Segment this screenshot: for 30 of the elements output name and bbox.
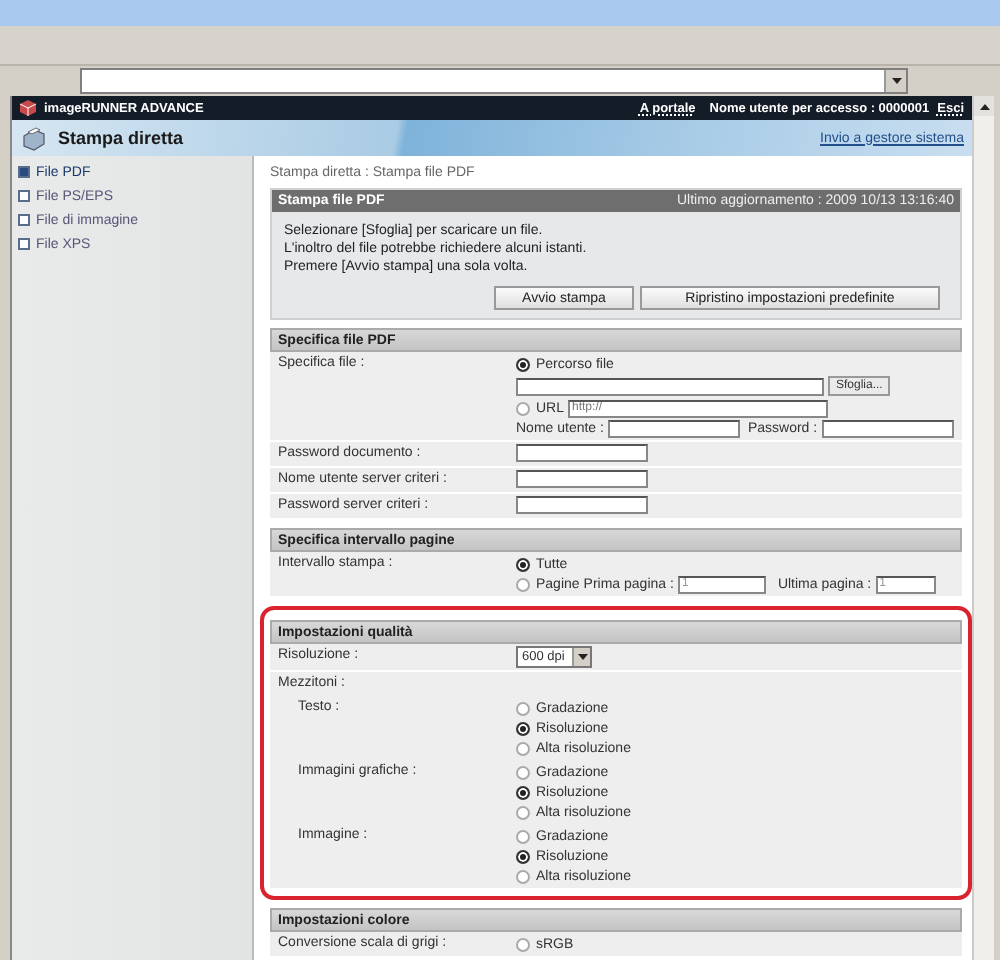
square-bullet-icon xyxy=(18,190,30,202)
scrollbar[interactable] xyxy=(972,96,994,960)
radio-button[interactable] xyxy=(516,937,530,951)
page-title: Stampa diretta xyxy=(58,128,184,148)
dropdown-arrow-icon xyxy=(572,648,590,666)
password-field[interactable] xyxy=(821,419,954,437)
radio-button[interactable] xyxy=(516,701,530,715)
square-bullet-icon xyxy=(18,166,30,178)
radio-button[interactable] xyxy=(516,557,530,571)
radio-button[interactable] xyxy=(516,869,530,883)
radio-button[interactable] xyxy=(516,829,530,843)
printer-icon xyxy=(20,125,48,151)
radio-button[interactable] xyxy=(516,401,530,415)
address-field[interactable] xyxy=(80,68,908,94)
radio-button[interactable] xyxy=(516,577,530,591)
text-field[interactable] xyxy=(516,496,648,514)
text-field[interactable] xyxy=(516,444,648,462)
text-field[interactable] xyxy=(516,470,648,488)
radio-button[interactable] xyxy=(516,785,530,799)
radio-button[interactable] xyxy=(516,357,530,371)
username-field[interactable] xyxy=(607,419,740,437)
square-bullet-icon xyxy=(18,214,30,226)
file-path-field[interactable] xyxy=(516,377,824,395)
square-bullet-icon xyxy=(18,238,30,250)
radio-button[interactable] xyxy=(516,765,530,779)
radio-button[interactable] xyxy=(516,721,530,735)
radio-button[interactable] xyxy=(516,849,530,863)
radio-button[interactable] xyxy=(516,741,530,755)
radio-button[interactable] xyxy=(516,805,530,819)
cube-logo-icon xyxy=(20,100,36,116)
